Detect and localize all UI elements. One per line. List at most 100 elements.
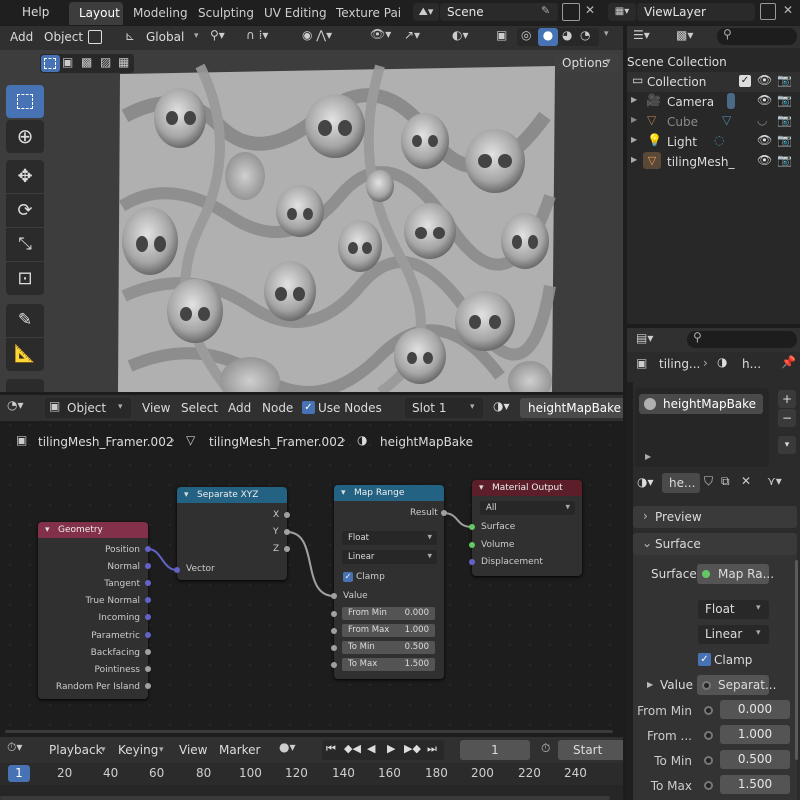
socket-from-max[interactable]	[331, 628, 337, 634]
tab-modeling[interactable]: Modeling	[133, 6, 188, 20]
viewport-menu-object[interactable]: Object	[44, 30, 83, 44]
gizmo-icon[interactable]: ↗▾	[404, 28, 420, 42]
autokey-icon[interactable]: ●▾	[279, 740, 296, 754]
socket-true-normal[interactable]	[145, 597, 151, 603]
remove-slot-button[interactable]: −	[778, 409, 796, 427]
tool-scale-icon[interactable]: ⤡	[6, 228, 44, 261]
play-reverse-icon[interactable]: ◀	[367, 742, 375, 755]
from-max-field[interactable]: 1.000	[720, 725, 790, 744]
map-range-data-type[interactable]: Float ▾	[342, 531, 437, 545]
socket-position[interactable]	[145, 546, 151, 552]
cube-visibility-icon[interactable]: ◡	[757, 113, 767, 127]
expand-light-icon[interactable]: ▶	[631, 135, 637, 144]
socket-z[interactable]	[284, 546, 290, 552]
socket-incoming[interactable]	[145, 614, 151, 620]
socket-pointiness[interactable]	[145, 666, 151, 672]
socket-to-min[interactable]	[331, 645, 337, 651]
expand-camera-icon[interactable]: ▶	[631, 95, 637, 104]
new-scene-icon[interactable]	[562, 3, 580, 21]
viewport-area[interactable]	[0, 26, 623, 392]
browse-material-icon[interactable]: ◑▾	[637, 475, 654, 489]
slot-list-expand-icon[interactable]: ▶	[645, 452, 651, 461]
tool-transform-icon[interactable]: ⊡	[6, 262, 44, 295]
socket-normal[interactable]	[145, 563, 151, 569]
material-output-target[interactable]: All ▾	[480, 501, 575, 515]
shading-solid-icon[interactable]: ●	[538, 28, 558, 46]
map-range-to-max[interactable]: To Max 1.500	[342, 658, 435, 671]
properties-search-input[interactable]	[687, 331, 797, 348]
map-range-clamp-label[interactable]: Clamp	[356, 572, 385, 582]
from-min-field[interactable]: 0.000	[720, 700, 790, 719]
properties-scrollbar[interactable]	[795, 560, 798, 760]
timeline-menu-keying[interactable]: Keying	[118, 743, 158, 757]
scene-collection-label[interactable]: Scene Collection	[627, 55, 727, 69]
properties-pin-icon[interactable]: 📌	[781, 355, 796, 369]
shading-rendered-icon[interactable]: ◔	[580, 28, 590, 42]
to-min-field[interactable]: 0.500	[720, 750, 790, 769]
tool-move-icon[interactable]: ✥	[6, 160, 44, 193]
properties-editor-type-icon[interactable]: ▤▾	[636, 331, 653, 345]
tab-layout-label[interactable]: Layout	[79, 6, 120, 20]
timeline-scrollbar[interactable]	[0, 796, 610, 800]
jump-end-icon[interactable]: ⏭	[427, 742, 437, 756]
socket-random[interactable]	[145, 683, 151, 689]
map-range-clamp-checkbox[interactable]: ✓	[343, 572, 353, 582]
jump-keyframe-back-icon[interactable]: ◆◀	[344, 742, 361, 755]
tab-texture-paint[interactable]: Texture Paint	[336, 6, 400, 20]
socket-from-min[interactable]	[331, 611, 337, 617]
socket-vector-in[interactable]	[174, 567, 180, 573]
socket-surface[interactable]	[469, 524, 475, 530]
shading-options-icon[interactable]: ▾	[604, 29, 609, 39]
tool-cursor-icon[interactable]: ⊕	[6, 120, 44, 153]
jump-keyframe-forward-icon[interactable]: ▶◆	[404, 742, 421, 755]
socket-result[interactable]	[441, 510, 447, 516]
fake-user-icon[interactable]: ⛉	[704, 474, 713, 489]
outliner-display-mode-icon[interactable]: ☰▾	[633, 28, 650, 42]
select-intersect-icon[interactable]: ▦	[118, 55, 129, 69]
select-invert-icon[interactable]: ▨	[100, 55, 111, 69]
close-view-layer-icon[interactable]: ✕	[783, 3, 793, 17]
select-subtract-icon[interactable]: ▩	[81, 55, 92, 69]
map-range-interpolation[interactable]: Linear ▾	[342, 550, 437, 564]
close-scene-icon[interactable]: ✕	[585, 3, 595, 17]
pivot-icon[interactable]: ⚲▾	[210, 28, 225, 42]
properties-breadcrumb-object[interactable]: tiling...	[659, 357, 700, 371]
material-output-title[interactable]: Material Output	[472, 480, 582, 496]
timeline-menu-view[interactable]: View	[179, 743, 207, 757]
collection-checkbox[interactable]: ✓	[739, 75, 751, 87]
expand-cube-icon[interactable]: ▶	[631, 115, 637, 124]
tool-measure-icon[interactable]: 📐	[6, 338, 44, 371]
collection-render-icon[interactable]: 📷	[777, 73, 792, 87]
pin-icon[interactable]: ✎	[541, 4, 550, 17]
light-render-icon[interactable]: 📷	[777, 133, 792, 147]
shading-material-icon[interactable]: ◕	[562, 28, 572, 42]
value-expand-icon[interactable]: ▶	[647, 680, 653, 689]
socket-parametric[interactable]	[145, 632, 151, 638]
socket-tangent[interactable]	[145, 580, 151, 586]
proportional-edit-icon[interactable]: ◉ ⋀▾	[302, 28, 332, 42]
socket-backfacing[interactable]	[145, 649, 151, 655]
overlay-icon[interactable]: ◐▾	[452, 28, 469, 42]
tilingmesh-render-icon[interactable]: 📷	[777, 153, 792, 167]
menu-help[interactable]: Help	[22, 5, 49, 19]
select-new-icon[interactable]	[41, 55, 60, 72]
timeline-editor-type-icon[interactable]: ⏱▾	[7, 740, 22, 755]
shading-wireframe-icon[interactable]: ◎	[521, 28, 531, 42]
socket-displacement[interactable]	[469, 559, 475, 565]
to-max-field[interactable]: 1.500	[720, 775, 790, 794]
node-editor-scrollbar[interactable]	[5, 730, 613, 733]
map-range-title[interactable]: Map Range	[334, 485, 444, 501]
tool-select-box-icon[interactable]	[6, 85, 44, 118]
transform-orientation[interactable]: Global	[146, 30, 184, 44]
cube-render-icon[interactable]: 📷	[777, 113, 792, 127]
new-view-layer-icon[interactable]	[760, 3, 776, 20]
tool-annotate-icon[interactable]: ✎	[6, 304, 44, 337]
socket-volume[interactable]	[469, 542, 475, 548]
timeline-menu-playback[interactable]: Playback	[49, 743, 103, 757]
preview-range-icon[interactable]: ⏱	[541, 741, 550, 756]
map-range-from-min[interactable]: From Min 0.000	[342, 607, 435, 620]
scene-icon[interactable]: ⛰▾	[413, 3, 439, 21]
tab-uv-editing[interactable]: UV Editing	[264, 6, 327, 20]
camera-render-icon[interactable]: 📷	[777, 93, 792, 107]
tool-rotate-icon[interactable]: ⟳	[6, 194, 44, 227]
